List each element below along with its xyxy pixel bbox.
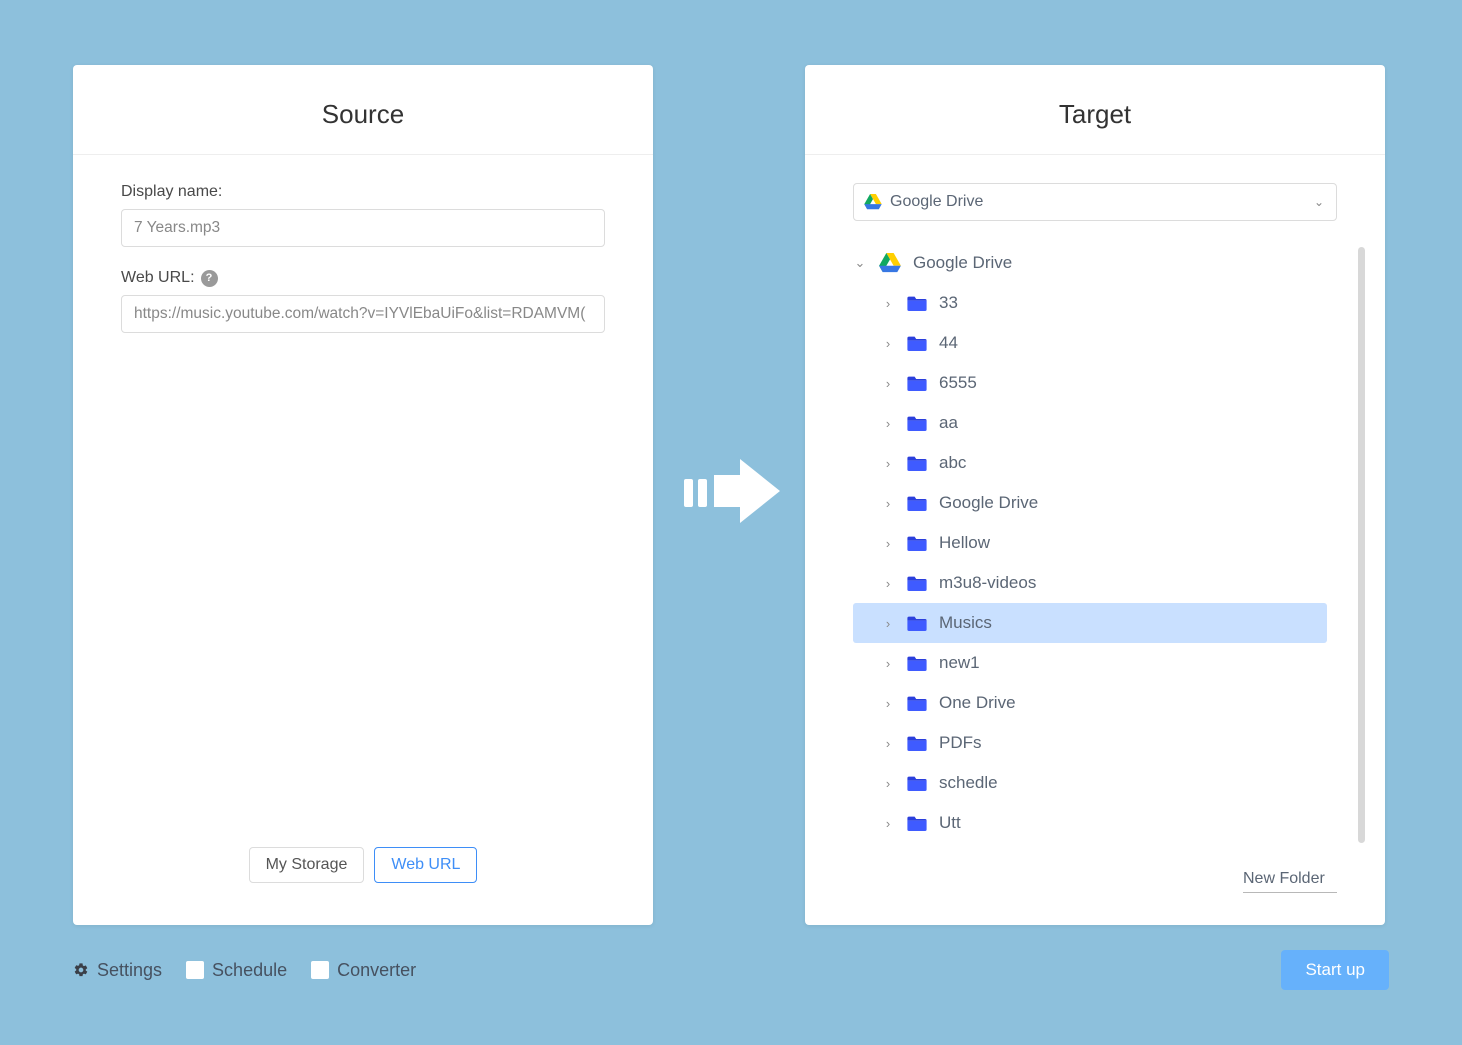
converter-toggle[interactable]: Converter: [311, 960, 416, 981]
transfer-arrow-icon: [684, 455, 784, 527]
tree-folder-node[interactable]: › Musics: [853, 603, 1327, 643]
gear-icon: [73, 962, 89, 978]
drive-select-label: Google Drive: [890, 193, 983, 211]
tree-folder-node[interactable]: › aa: [853, 403, 1327, 443]
chevron-right-icon[interactable]: ›: [881, 776, 895, 791]
chevron-right-icon[interactable]: ›: [881, 416, 895, 431]
target-body: Google Drive ⌄ ⌄ Google Drive › 33 › 44 › 655…: [805, 155, 1385, 925]
tree-folder-node[interactable]: › Hellow: [853, 523, 1327, 563]
tree-folder-node[interactable]: › m3u8-videos: [853, 563, 1327, 603]
chevron-right-icon[interactable]: ›: [881, 536, 895, 551]
converter-label: Converter: [337, 960, 416, 981]
tree-folder-label: aa: [939, 413, 958, 433]
chevron-right-icon[interactable]: ›: [881, 496, 895, 511]
folder-icon: [907, 535, 927, 551]
tree-folder-node[interactable]: › new1: [853, 643, 1327, 683]
folder-icon: [907, 655, 927, 671]
folder-icon: [907, 775, 927, 791]
tree-folder-label: One Drive: [939, 693, 1016, 713]
chevron-right-icon[interactable]: ›: [881, 376, 895, 391]
tree-folder-label: schedle: [939, 773, 998, 793]
help-icon[interactable]: ?: [201, 270, 218, 287]
new-folder-button[interactable]: New Folder: [1243, 870, 1337, 893]
folder-icon: [907, 815, 927, 831]
tree-folder-node[interactable]: › Google Drive: [853, 483, 1327, 523]
settings-link[interactable]: Settings: [73, 960, 162, 981]
schedule-checkbox[interactable]: [186, 961, 204, 979]
target-panel: Target Google Drive ⌄ ⌄ Googl: [805, 65, 1385, 925]
folder-icon: [907, 295, 927, 311]
folder-icon: [907, 335, 927, 351]
scrollbar[interactable]: [1358, 247, 1365, 843]
folder-tree: ⌄ Google Drive › 33 › 44 › 6555 › aa › abc › Google…: [853, 243, 1327, 907]
chevron-right-icon[interactable]: ›: [881, 296, 895, 311]
folder-tree-wrap: ⌄ Google Drive › 33 › 44 › 6555 › aa › abc › Google…: [853, 243, 1337, 907]
chevron-right-icon[interactable]: ›: [881, 656, 895, 671]
tree-folder-node[interactable]: › schedle: [853, 763, 1327, 803]
tree-folder-label: Utt: [939, 813, 961, 833]
converter-checkbox[interactable]: [311, 961, 329, 979]
chevron-right-icon[interactable]: ›: [881, 736, 895, 751]
tree-folder-label: 33: [939, 293, 958, 313]
folder-icon: [907, 735, 927, 751]
drive-select[interactable]: Google Drive ⌄: [853, 183, 1337, 221]
tree-folder-label: PDFs: [939, 733, 982, 753]
source-tabs: My Storage Web URL: [121, 847, 605, 907]
folder-icon: [907, 455, 927, 471]
folder-icon: [907, 695, 927, 711]
display-name-field: Display name:: [121, 183, 605, 247]
chevron-right-icon[interactable]: ›: [881, 696, 895, 711]
tree-folder-label: 44: [939, 333, 958, 353]
tree-folder-label: m3u8-videos: [939, 573, 1036, 593]
target-title: Target: [805, 65, 1385, 155]
tree-folder-node[interactable]: › 44: [853, 323, 1327, 363]
folder-icon: [907, 495, 927, 511]
chevron-down-icon: ⌄: [1314, 195, 1324, 209]
chevron-right-icon[interactable]: ›: [881, 456, 895, 471]
web-url-label-row: Web URL: ?: [121, 269, 605, 287]
tree-folder-label: new1: [939, 653, 980, 673]
tree-folder-label: Hellow: [939, 533, 990, 553]
tree-root-node[interactable]: ⌄ Google Drive: [853, 243, 1327, 283]
chevron-right-icon[interactable]: ›: [881, 576, 895, 591]
folder-icon: [907, 375, 927, 391]
schedule-label: Schedule: [212, 960, 287, 981]
tree-folder-node[interactable]: › PDFs: [853, 723, 1327, 763]
tree-folder-node[interactable]: › 33: [853, 283, 1327, 323]
folder-icon: [907, 415, 927, 431]
tree-folder-node[interactable]: › One Drive: [853, 683, 1327, 723]
chevron-right-icon[interactable]: ›: [881, 816, 895, 831]
tree-folder-node[interactable]: › Utt: [853, 803, 1327, 843]
chevron-down-icon[interactable]: ⌄: [853, 255, 867, 271]
tree-folder-node[interactable]: › 6555: [853, 363, 1327, 403]
bottom-bar: Settings Schedule Converter Start up: [73, 950, 1389, 990]
google-drive-icon: [864, 194, 882, 210]
google-drive-icon: [879, 253, 901, 273]
folder-icon: [907, 615, 927, 631]
tree-folder-label: Musics: [939, 613, 992, 633]
tree-folder-node[interactable]: › abc: [853, 443, 1327, 483]
web-url-label: Web URL:: [121, 269, 195, 287]
tree-folder-label: abc: [939, 453, 966, 473]
chevron-right-icon[interactable]: ›: [881, 336, 895, 351]
tab-web-url[interactable]: Web URL: [374, 847, 477, 883]
settings-label: Settings: [97, 960, 162, 981]
schedule-toggle[interactable]: Schedule: [186, 960, 287, 981]
bottom-left: Settings Schedule Converter: [73, 960, 416, 981]
source-panel: Source Display name: Web URL: ? My Stora…: [73, 65, 653, 925]
tab-my-storage[interactable]: My Storage: [249, 847, 365, 883]
display-name-label: Display name:: [121, 183, 605, 201]
tree-folder-label: Google Drive: [939, 493, 1038, 513]
start-button[interactable]: Start up: [1281, 950, 1389, 990]
source-body: Display name: Web URL: ? My Storage Web …: [73, 155, 653, 925]
display-name-input[interactable]: [121, 209, 605, 247]
web-url-input[interactable]: [121, 295, 605, 333]
source-title: Source: [73, 65, 653, 155]
tree-root-label: Google Drive: [913, 253, 1012, 273]
web-url-field: Web URL: ?: [121, 269, 605, 333]
tree-folder-label: 6555: [939, 373, 977, 393]
folder-icon: [907, 575, 927, 591]
chevron-right-icon[interactable]: ›: [881, 616, 895, 631]
